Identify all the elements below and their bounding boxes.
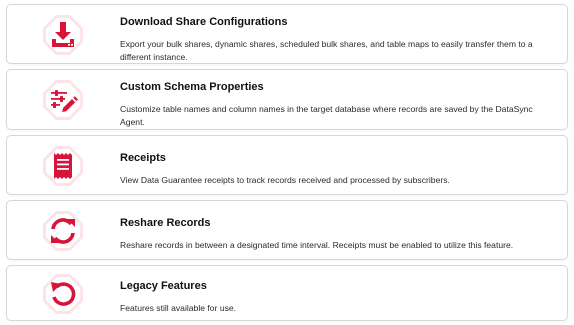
refresh-icon — [40, 208, 86, 254]
card-description: Features still available for use. — [120, 303, 237, 313]
card-custom-schema-properties[interactable]: Custom Schema Properties Customize table… — [6, 69, 568, 130]
download-icon — [40, 12, 86, 58]
card-title: Legacy Features — [120, 280, 207, 292]
feature-list: Download Share Configurations Export you… — [0, 0, 574, 325]
card-description: View Data Guarantee receipts to track re… — [120, 175, 450, 185]
card-receipts[interactable]: Receipts View Data Guarantee receipts to… — [6, 135, 568, 195]
card-description: Reshare records in between a designated … — [120, 240, 514, 250]
card-description: Customize table names and column names i… — [120, 104, 533, 127]
card-title: Download Share Configurations — [120, 16, 288, 28]
undo-icon — [40, 271, 86, 317]
card-title: Receipts — [120, 152, 166, 164]
card-download-share-configurations[interactable]: Download Share Configurations Export you… — [6, 4, 568, 64]
receipt-icon — [40, 143, 86, 189]
card-reshare-records[interactable]: Reshare Records Reshare records in betwe… — [6, 200, 568, 260]
card-title: Reshare Records — [120, 217, 211, 229]
card-legacy-features[interactable]: Legacy Features Features still available… — [6, 265, 568, 321]
card-description: Export your bulk shares, dynamic shares,… — [120, 39, 533, 62]
card-title: Custom Schema Properties — [120, 81, 264, 93]
sliders-pencil-icon — [40, 77, 86, 123]
